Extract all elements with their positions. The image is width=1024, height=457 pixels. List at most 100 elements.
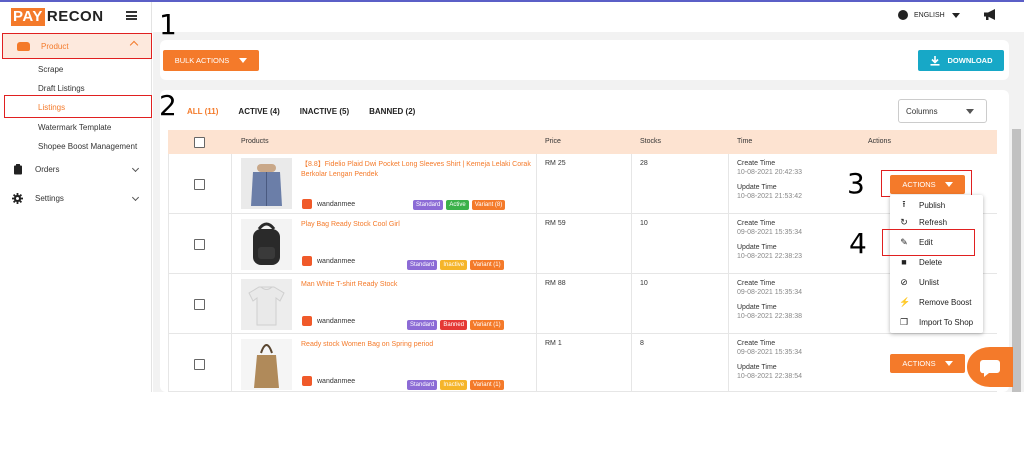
- caret-down-icon: [951, 12, 960, 18]
- row-checkbox[interactable]: [194, 359, 205, 370]
- sidebar-item-orders[interactable]: Orders: [12, 164, 142, 175]
- sidebar-item-draft-listings[interactable]: Draft Listings: [38, 84, 85, 93]
- menu-item-label: Refresh: [919, 217, 948, 227]
- columns-select-label: Columns: [906, 106, 938, 116]
- row-checkbox[interactable]: [194, 299, 205, 310]
- download-label: DOWNLOAD: [947, 56, 993, 65]
- status-badge: Banned: [440, 320, 468, 330]
- menu-toggle-icon[interactable]: [126, 11, 137, 20]
- product-icon: [17, 41, 30, 51]
- product-thumbnail[interactable]: [241, 279, 292, 330]
- sidebar-item-shopee-boost[interactable]: Shopee Boost Management: [38, 142, 137, 151]
- scrollbar[interactable]: [1012, 129, 1021, 392]
- header-stocks: Stocks: [640, 138, 662, 145]
- price-cell: RM 25: [545, 160, 566, 167]
- shop-name: wandanmee: [317, 317, 356, 325]
- create-time-label: Create Time: [737, 220, 776, 227]
- menu-item-remove-boost[interactable]: ⚡ Remove Boost: [890, 292, 983, 312]
- globe-icon: [898, 10, 908, 20]
- bulk-actions-label: BULK ACTIONS: [174, 56, 230, 65]
- columns-select[interactable]: Columns: [898, 99, 987, 123]
- product-name[interactable]: 【8.8】Fidelio Plaid Dwi Pocket Long Sleev…: [301, 160, 531, 180]
- update-time-label: Update Time: [737, 364, 777, 371]
- sidebar-item-scrape[interactable]: Scrape: [38, 65, 63, 74]
- shop-name: wandanmee: [317, 257, 356, 265]
- shopee-icon: [302, 256, 312, 266]
- actions-button[interactable]: ACTIONS: [890, 354, 965, 373]
- bulk-actions-button[interactable]: BULK ACTIONS: [163, 50, 259, 71]
- type-badge: Standard: [407, 380, 438, 390]
- tab-active[interactable]: ACTIVE (4): [238, 107, 279, 116]
- shopee-icon: [302, 376, 312, 386]
- tab-inactive[interactable]: INACTIVE (5): [300, 107, 349, 116]
- logo-recon: RECON: [46, 8, 104, 25]
- stock-cell: 10: [640, 280, 648, 287]
- download-icon: [930, 55, 939, 66]
- sidebar-item-product[interactable]: Product: [2, 33, 152, 59]
- time-cell: Create Time 09-08-2021 15:35:34 Update T…: [737, 279, 802, 321]
- row-checkbox[interactable]: [194, 239, 205, 250]
- type-badge: Standard: [407, 260, 438, 270]
- tab-banned[interactable]: BANNED (2): [369, 107, 415, 116]
- type-badge: Standard: [413, 200, 444, 210]
- product-name[interactable]: Play Bag Ready Stock Cool Girl: [301, 220, 531, 230]
- chat-icon: [979, 360, 1000, 377]
- update-time-label: Update Time: [737, 244, 777, 251]
- shop-tag: wandanmee: [302, 199, 355, 209]
- menu-item-label: Import To Shop: [919, 317, 974, 327]
- tab-all[interactable]: ALL (11): [187, 107, 218, 116]
- shop-name: wandanmee: [317, 200, 356, 208]
- refresh-icon: ↻: [900, 216, 908, 227]
- gear-icon: [12, 193, 23, 204]
- price-cell: RM 88: [545, 280, 566, 287]
- sidebar-item-watermark-template[interactable]: Watermark Template: [38, 123, 111, 132]
- actions-label: ACTIONS: [902, 359, 936, 368]
- select-all-checkbox[interactable]: [194, 137, 205, 148]
- sidebar-item-label: Orders: [35, 165, 60, 174]
- product-thumbnail[interactable]: [241, 339, 292, 390]
- product-thumbnail[interactable]: [241, 158, 292, 209]
- publish-icon: ⭱: [902, 199, 906, 209]
- bolt-icon: ⚡: [899, 296, 911, 307]
- megaphone-icon[interactable]: [984, 9, 997, 20]
- product-thumbnail[interactable]: [241, 219, 292, 270]
- header-actions: Actions: [868, 138, 891, 145]
- header-price: Price: [545, 138, 561, 145]
- stock-cell: 28: [640, 160, 648, 167]
- language-label: ENGLISH: [914, 11, 945, 19]
- product-name[interactable]: Ready stock Women Bag on Spring period: [301, 340, 531, 350]
- variant-badge: Variant (8): [471, 200, 506, 210]
- menu-item-import-to-shop[interactable]: ❐ Import To Shop: [890, 312, 983, 332]
- update-time-value: 10-08-2021 22:38:54: [737, 373, 802, 380]
- row-checkbox[interactable]: [194, 179, 205, 190]
- update-time-value: 10-08-2021 21:53:42: [737, 193, 802, 200]
- shop-tag: wandanmee: [302, 316, 355, 326]
- badge-group: Standard Active Variant (8): [410, 200, 506, 210]
- time-cell: Create Time 10-08-2021 20:42:33 Update T…: [737, 159, 802, 201]
- table-row: [168, 214, 997, 274]
- product-name[interactable]: Man White T-shirt Ready Stock: [301, 280, 531, 290]
- sidebar-item-label: Settings: [35, 194, 64, 203]
- sidebar-item-settings[interactable]: Settings: [12, 193, 142, 204]
- status-badge: Inactive: [440, 260, 468, 270]
- menu-item-label: Unlist: [919, 277, 940, 287]
- create-time-value: 09-08-2021 15:35:34: [737, 349, 802, 356]
- menu-item-label: Delete: [919, 257, 943, 267]
- toolbar-card: [160, 40, 1009, 80]
- menu-item-label: Publish: [919, 200, 946, 210]
- header-products: Products: [241, 138, 269, 145]
- download-button[interactable]: DOWNLOAD: [918, 50, 1004, 71]
- shopee-icon: [302, 199, 312, 209]
- language-selector[interactable]: ENGLISH: [898, 10, 960, 20]
- caret-down-icon: [944, 361, 953, 366]
- annotation-step-1: 1: [159, 8, 177, 41]
- menu-item-unlist[interactable]: ⊘ Unlist: [890, 272, 983, 292]
- payrecon-logo[interactable]: PAY RECON: [11, 8, 104, 26]
- chat-button[interactable]: [967, 347, 1013, 387]
- chevron-down-icon: [131, 193, 140, 202]
- price-cell: RM 1: [545, 340, 562, 347]
- table-row: [168, 334, 997, 392]
- create-time-label: Create Time: [737, 160, 776, 167]
- update-time-label: Update Time: [737, 304, 777, 311]
- type-badge: Standard: [407, 320, 438, 330]
